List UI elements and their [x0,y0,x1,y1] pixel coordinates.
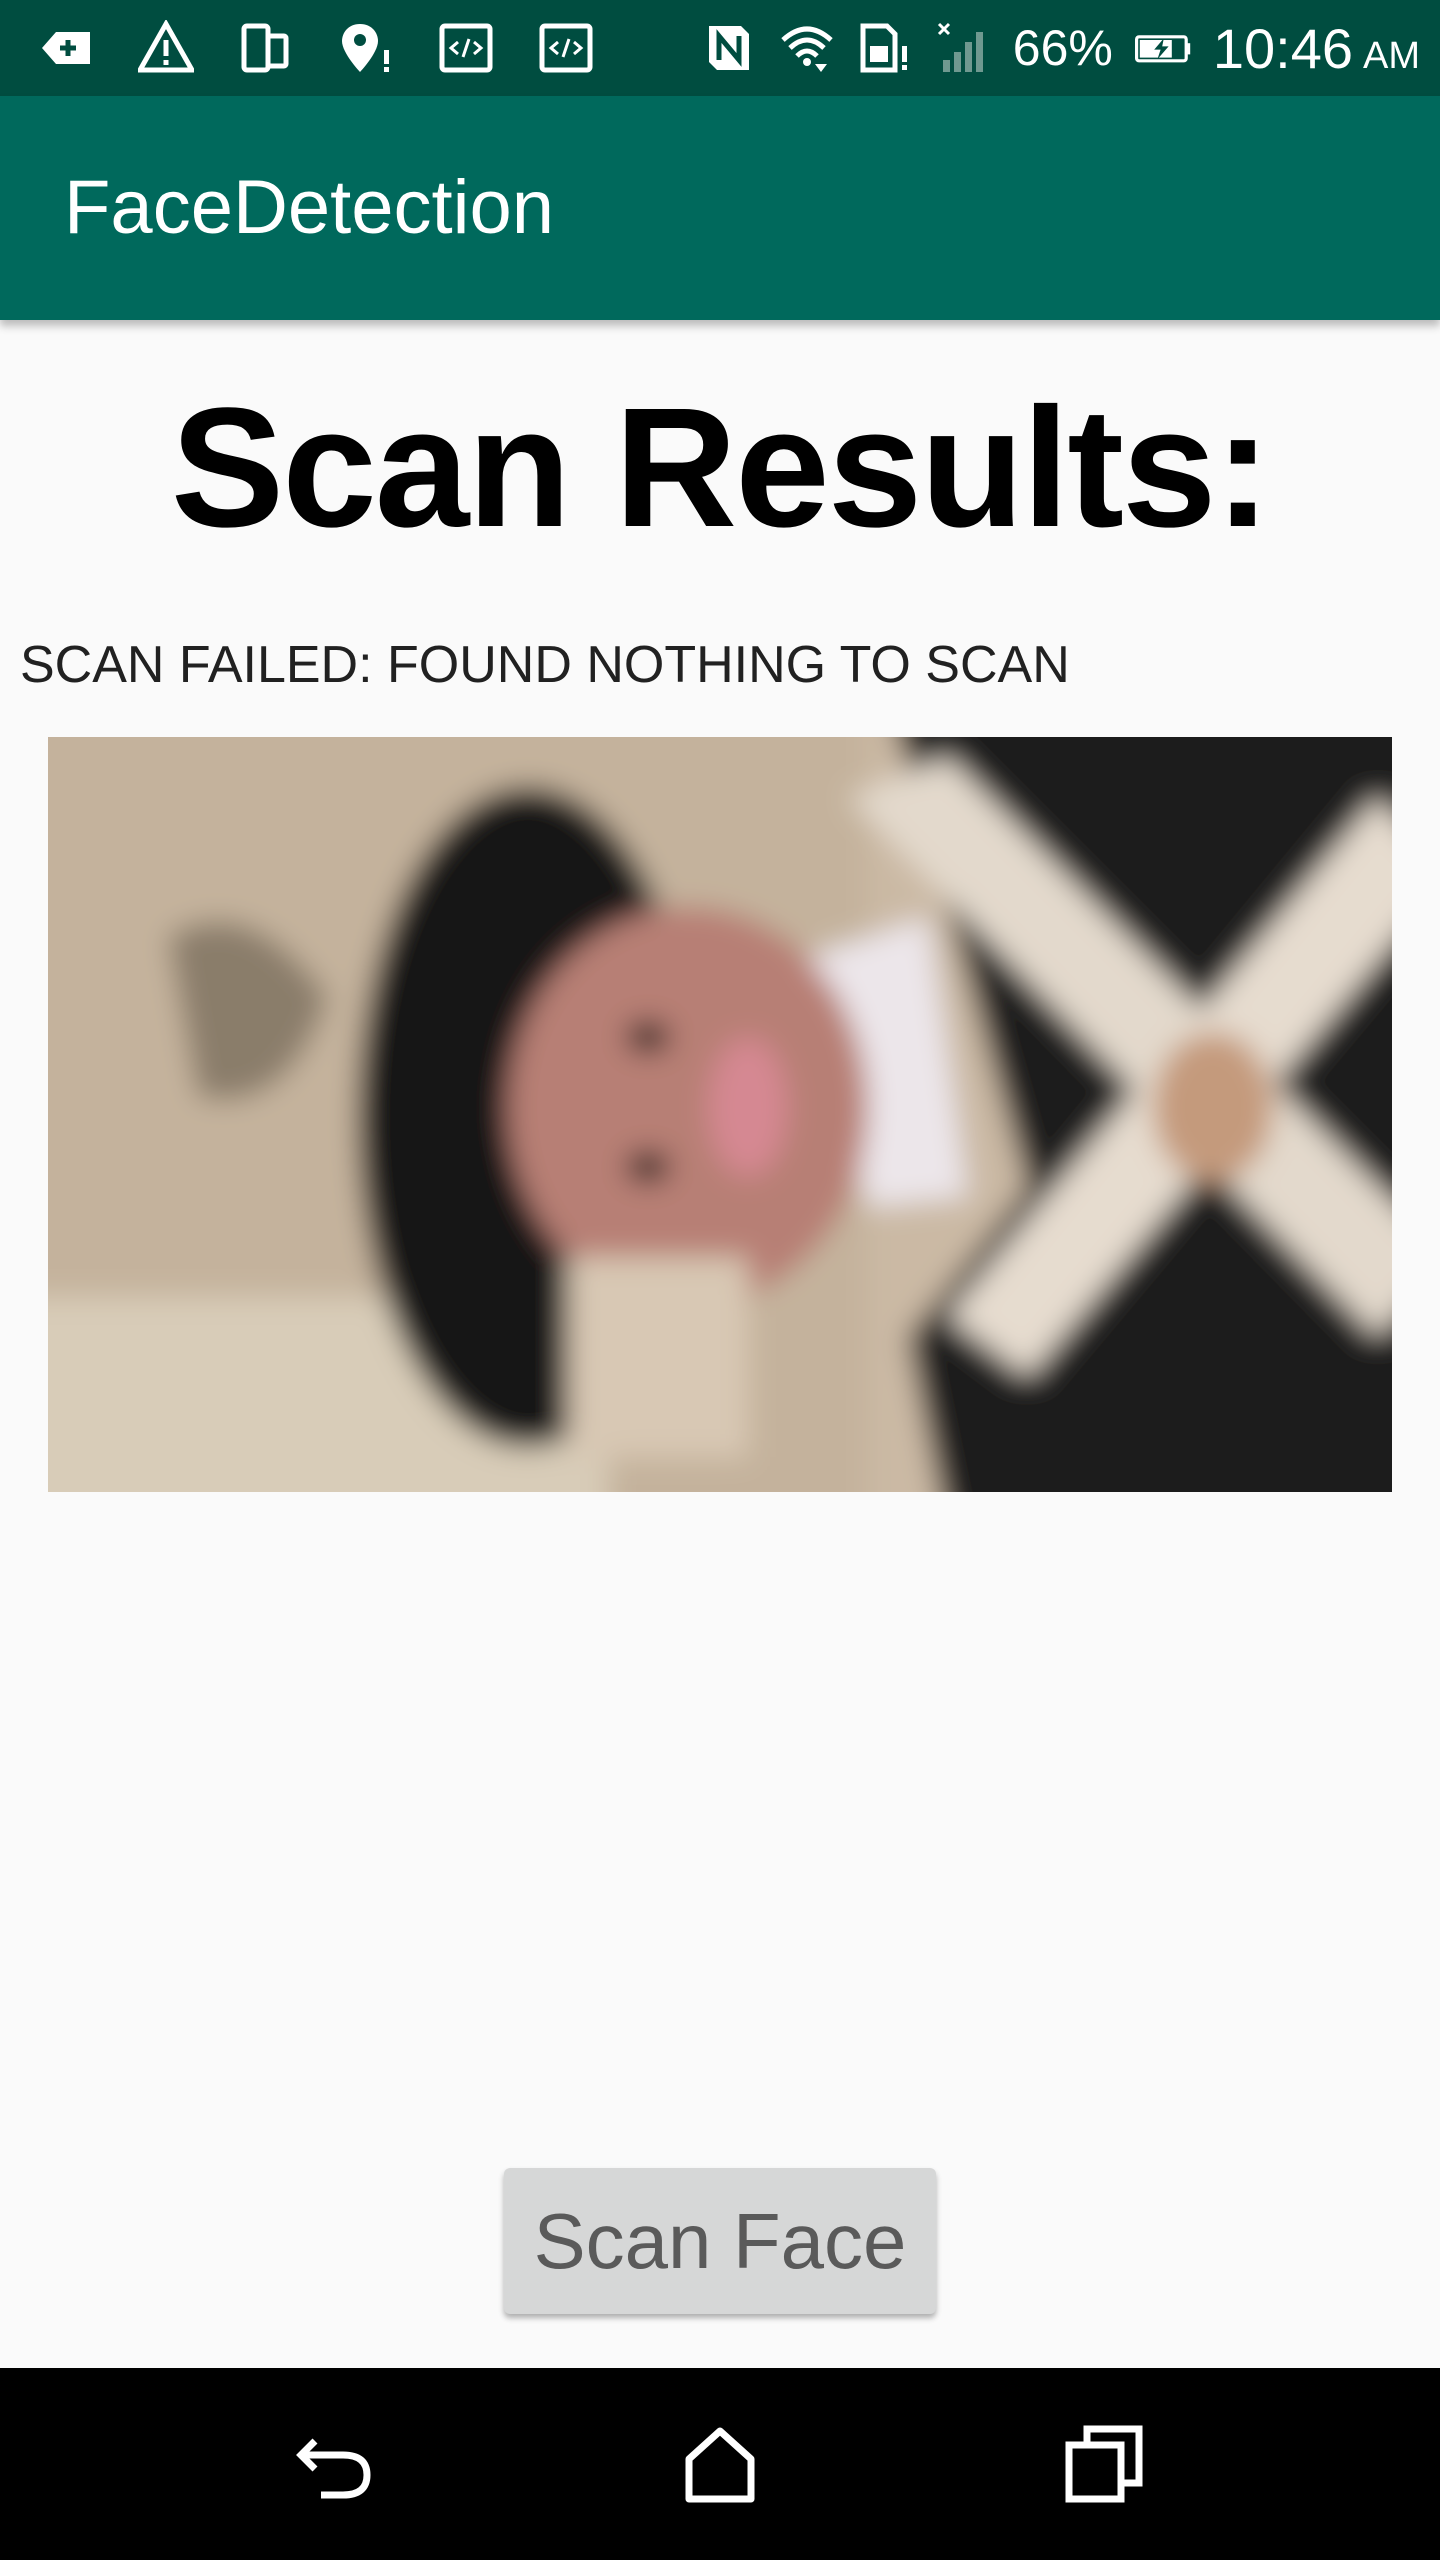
page-title: Scan Results: [170,373,1271,563]
recents-button[interactable] [1054,2414,1154,2514]
warning-icon [138,20,194,76]
signal-icon [935,20,991,76]
app-bar: FaceDetection [0,96,1440,320]
back-button[interactable] [286,2414,386,2514]
location-alert-icon [338,20,394,76]
app-title: FaceDetection [64,165,555,250]
back-icon [296,2438,371,2499]
status-bar: 66% 10:46 AM [0,0,1440,96]
scan-result-message: SCAN FAILED: FOUND NOTHING TO SCAN [20,636,1070,694]
add-notification-icon [38,20,94,76]
recents-icon [1065,2425,1143,2503]
battery-charging-icon [1134,20,1191,76]
clock-time: 10:46 [1212,16,1353,80]
scanned-photo [48,737,1392,1492]
clock: 10:46 AM [1213,16,1420,81]
navigation-bar [0,2368,1440,2560]
scan-face-button[interactable]: Scan Face [504,2168,936,2314]
battery-percent: 66% [1012,20,1113,76]
code-icon [538,20,594,76]
sim-alert-icon [857,20,913,76]
code-icon [438,20,494,76]
nfc-icon [701,20,757,76]
wifi-icon [779,20,835,76]
screen: 66% 10:46 AM FaceDetection Scan Results:… [0,0,1440,2560]
device-icon [238,20,294,76]
clock-ampm: AM [1363,34,1420,77]
home-button[interactable] [670,2414,770,2514]
home-icon [685,2427,755,2503]
